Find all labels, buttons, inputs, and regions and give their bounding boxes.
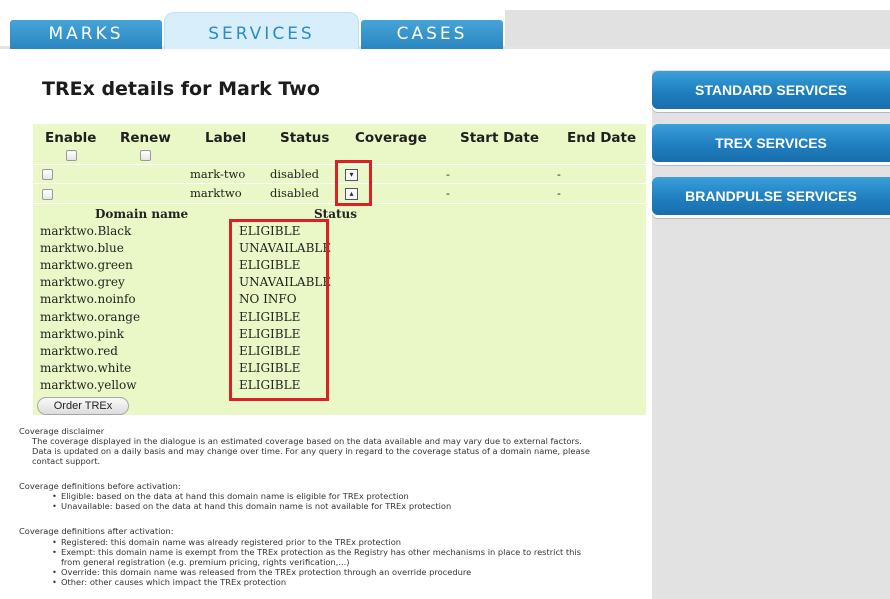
row-start-date: - [446, 167, 450, 181]
header-label: Label [205, 130, 247, 146]
status-highlight-box [229, 219, 329, 401]
renew-all-checkbox[interactable] [140, 150, 151, 161]
tab-services[interactable]: SERVICES [164, 12, 359, 49]
domain-name-header: Domain name [95, 207, 189, 221]
domain-name: marktwo.green [40, 258, 133, 272]
standard-services-button[interactable]: STANDARD SERVICES [652, 71, 890, 109]
header-renew: Renew [120, 130, 171, 146]
domain-name: marktwo.pink [40, 327, 124, 341]
trex-services-button[interactable]: TREX SERVICES [652, 124, 890, 162]
definition-item: Eligible: based on the data at hand this… [52, 491, 409, 501]
disclaimer-line: The coverage displayed in the dialogue i… [32, 436, 582, 446]
row-enable-checkbox[interactable] [42, 169, 53, 180]
domain-name: marktwo.red [40, 344, 118, 358]
definition-item: Override: this domain name was released … [52, 567, 471, 577]
header-end-date: End Date [567, 130, 637, 146]
header-enable: Enable [45, 130, 97, 146]
definition-item: Registered: this domain name was already… [52, 537, 401, 547]
row-enable-checkbox[interactable] [42, 189, 53, 200]
page-title: TREx details for Mark Two [42, 78, 320, 100]
row-label: mark-two [190, 167, 246, 181]
top-navigation: MARKS SERVICES CASES [0, 0, 890, 50]
definition-item: Other: other causes which impact the TRE… [52, 577, 286, 587]
order-trex-button[interactable]: Order TREx [37, 397, 129, 415]
domain-name: marktwo.blue [40, 241, 124, 255]
row-label: marktwo [190, 186, 242, 200]
tab-cases[interactable]: CASES [361, 20, 503, 49]
header-status: Status [280, 130, 330, 146]
disclaimer-line: Data is updated on a daily basis and may… [32, 446, 590, 456]
definition-item: Unavailable: based on the data at hand t… [52, 501, 451, 511]
enable-all-checkbox[interactable] [66, 150, 77, 161]
header-start-date: Start Date [460, 130, 540, 146]
domain-name: marktwo.yellow [40, 378, 137, 392]
row-end-date: - [557, 167, 561, 181]
row-status: disabled [270, 167, 320, 181]
domain-name: marktwo.orange [40, 310, 141, 324]
coverage-highlight-box [335, 160, 372, 206]
brandpulse-services-button[interactable]: BRANDPULSE SERVICES [652, 177, 890, 215]
disclaimer-title: Coverage disclaimer [19, 426, 105, 436]
domain-name: marktwo.noinfo [40, 292, 136, 306]
definitions-before-title: Coverage definitions before activation: [19, 481, 181, 491]
definition-item: Exempt: this domain name is exempt from … [52, 547, 581, 557]
disclaimer-line: contact support. [32, 456, 101, 466]
tab-strip-background [505, 10, 890, 48]
domain-name: marktwo.grey [40, 275, 125, 289]
header-coverage: Coverage [355, 130, 427, 146]
row-start-date: - [446, 186, 450, 200]
domain-name: marktwo.white [40, 361, 132, 375]
row-end-date: - [557, 186, 561, 200]
definition-item-continued: from general registration (e.g. premium … [61, 557, 350, 567]
domain-name: marktwo.Black [40, 224, 132, 238]
definitions-after-title: Coverage definitions after activation: [19, 526, 174, 536]
row-status: disabled [270, 186, 320, 200]
tab-marks[interactable]: MARKS [10, 20, 162, 49]
